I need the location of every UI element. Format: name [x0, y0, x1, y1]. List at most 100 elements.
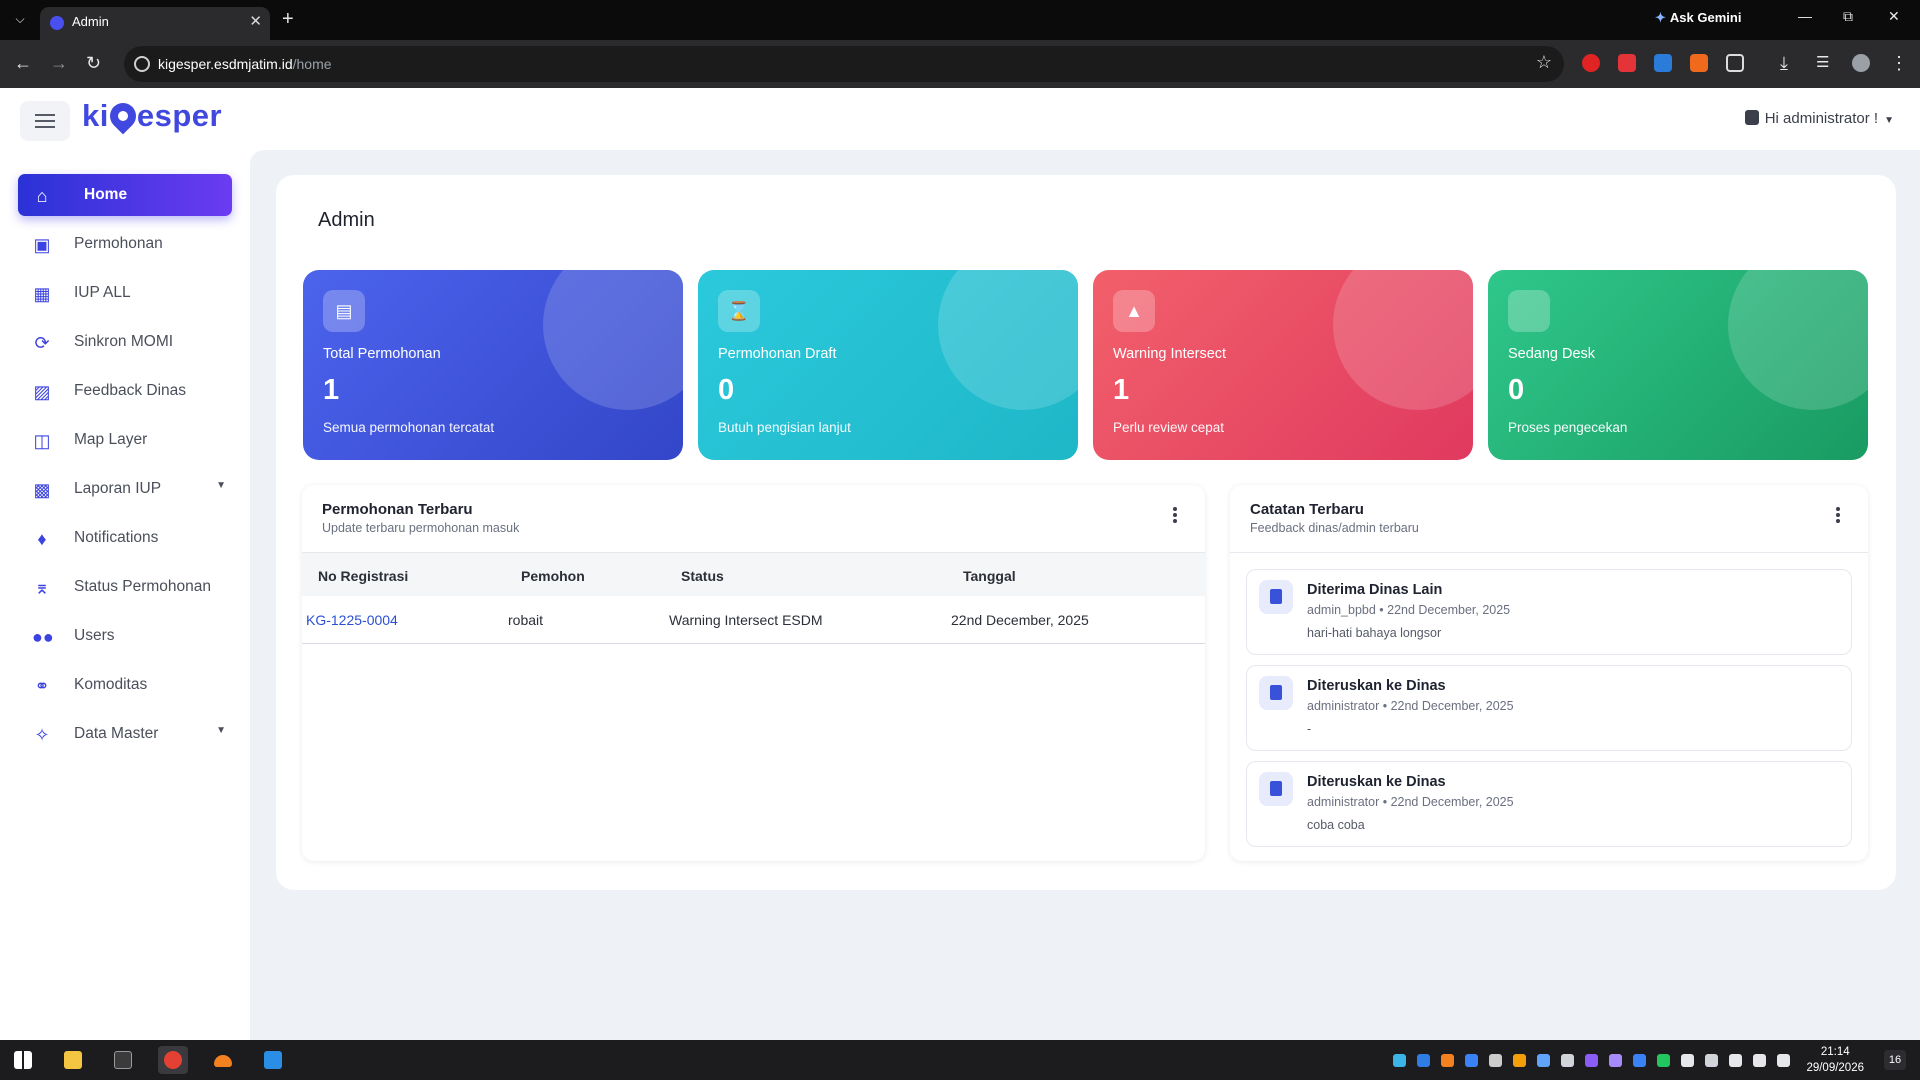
stat-card-warning-intersect[interactable]: ▲ Warning Intersect 1 Perlu review cepat	[1093, 270, 1473, 460]
sync-icon: ⟳	[34, 333, 50, 353]
bell-icon: ♦	[37, 529, 47, 549]
network-icon[interactable]	[1729, 1054, 1742, 1067]
stat-card-sedang-desk[interactable]: Sedang Desk 0 Proses pengecekan	[1488, 270, 1868, 460]
vscode-icon[interactable]	[258, 1046, 288, 1074]
table-header: No Registrasi Pemohon Status Tanggal	[302, 552, 1205, 596]
clock-time: 21:14	[1820, 1046, 1850, 1058]
tray-chart-icon[interactable]	[1489, 1054, 1502, 1067]
tray-app-icon[interactable]	[1585, 1054, 1598, 1067]
stat-card-total-permohonan[interactable]: ▤ Total Permohonan 1 Semua permohonan te…	[303, 270, 683, 460]
browser-tab[interactable]: Admin ✕	[40, 7, 270, 40]
tab-close-icon[interactable]: ✕	[249, 13, 262, 31]
registration-link[interactable]: KG-1225-0004	[306, 612, 398, 628]
column-header[interactable]: Tanggal	[963, 568, 1016, 584]
tray-app-icon[interactable]	[1513, 1054, 1526, 1067]
minimize-icon[interactable]: —	[1798, 8, 1812, 24]
sidebar-item-komoditas[interactable]: ⚭ Komoditas	[18, 664, 232, 706]
hamburger-menu-icon[interactable]	[20, 101, 70, 141]
new-tab-icon[interactable]: +	[282, 8, 294, 30]
more-options-icon[interactable]	[1836, 507, 1840, 525]
tray-shield-icon[interactable]	[1537, 1054, 1550, 1067]
note-title: Diteruskan ke Dinas	[1307, 678, 1446, 694]
sidebar-item-users[interactable]: ●● Users	[18, 615, 232, 657]
tray-app-icon[interactable]	[1681, 1054, 1694, 1067]
tray-app-icon[interactable]	[1657, 1054, 1670, 1067]
media-control-icon[interactable]: ☰	[1816, 53, 1829, 73]
tray-app-icon[interactable]	[1393, 1054, 1406, 1067]
sidebar-item-permohonan[interactable]: ▣ Permohonan	[18, 223, 232, 265]
kigesper-logo[interactable]: ki esper	[82, 97, 222, 135]
sidebar-item-sinkron-momi[interactable]: ⟳ Sinkron MOMI	[18, 321, 232, 363]
extensions-puzzle-icon[interactable]	[1726, 54, 1744, 72]
address-bar[interactable]: kigesper.esdmjatim.id/home ☆	[124, 46, 1564, 82]
site-info-icon[interactable]	[134, 56, 150, 72]
bookmark-star-icon[interactable]: ☆	[1536, 52, 1552, 73]
volume-icon[interactable]	[1753, 1054, 1766, 1067]
note-item[interactable]: Diterima Dinas Lain admin_bpbd • 22nd De…	[1246, 569, 1852, 655]
stat-subtext: Perlu review cepat	[1113, 420, 1225, 435]
note-body: -	[1307, 722, 1312, 736]
more-options-icon[interactable]	[1173, 507, 1177, 525]
sidebar-item-laporan-iup[interactable]: ▩ Laporan IUP ▼	[18, 468, 232, 510]
column-header[interactable]: Status	[681, 568, 724, 584]
panel-subtitle: Update terbaru permohonan masuk	[322, 521, 520, 535]
ask-gemini-button[interactable]: ✦ Ask Gemini	[1655, 10, 1741, 26]
content-card: Admin ▤ Total Permohonan 1 Semua permoho…	[276, 175, 1896, 890]
battery-icon[interactable]	[1777, 1054, 1790, 1067]
tray-app-icon[interactable]	[1417, 1054, 1430, 1067]
user-menu[interactable]: Hi administrator ! ▼	[1744, 110, 1894, 127]
sidebar-item-data-master[interactable]: ✧ Data Master ▼	[18, 713, 232, 755]
chrome-icon[interactable]	[158, 1046, 188, 1074]
sidebar-item-label: Permohonan	[74, 235, 163, 252]
terminal-icon[interactable]	[108, 1046, 138, 1074]
back-icon[interactable]: ←	[14, 53, 32, 73]
cloud-app-icon[interactable]	[208, 1046, 238, 1074]
system-clock[interactable]: 21:14 29/09/2026	[1806, 1044, 1864, 1076]
sidebar-item-label: Users	[74, 627, 115, 644]
sidebar-item-iup-all[interactable]: ▦ IUP ALL	[18, 272, 232, 314]
sidebar-item-label: Komoditas	[74, 676, 148, 693]
dashboard-icon: ▩	[33, 480, 51, 500]
extension-red-icon[interactable]	[1582, 54, 1600, 72]
tray-device-icon[interactable]	[1705, 1054, 1718, 1067]
tray-headset-icon[interactable]	[1561, 1054, 1574, 1067]
note-title: Diteruskan ke Dinas	[1307, 774, 1446, 790]
sidebar-item-feedback-dinas[interactable]: ▨ Feedback Dinas	[18, 370, 232, 412]
decorative-circle	[543, 270, 683, 410]
sidebar-item-notifications[interactable]: ♦ Notifications	[18, 517, 232, 559]
reload-icon[interactable]: ↻	[86, 53, 101, 73]
panel-subtitle: Feedback dinas/admin terbaru	[1250, 521, 1419, 535]
column-header[interactable]: Pemohon	[521, 568, 585, 584]
extension-youtube-icon[interactable]	[1618, 54, 1636, 72]
forward-icon[interactable]: →	[50, 53, 68, 73]
stat-label: Permohonan Draft	[718, 346, 837, 362]
stat-value: 0	[1508, 374, 1525, 406]
tray-pen-icon[interactable]	[1609, 1054, 1622, 1067]
windows-start-icon[interactable]	[8, 1046, 38, 1074]
browser-toolbar: ← → ↻ kigesper.esdmjatim.id/home ☆ ⤓ ☰ ⋮	[0, 40, 1920, 88]
extension-s-icon[interactable]	[1654, 54, 1672, 72]
sidebar-item-home[interactable]: ⌂ Home	[18, 174, 232, 216]
users-icon: ●●	[32, 627, 54, 647]
download-icon[interactable]: ⤓	[1780, 53, 1788, 73]
tab-search-chevron-icon[interactable]: ⌵	[10, 9, 30, 29]
browser-menu-icon[interactable]: ⋮	[1890, 53, 1908, 73]
profile-icon[interactable]	[1852, 54, 1870, 72]
file-explorer-icon[interactable]	[58, 1046, 88, 1074]
bluetooth-icon[interactable]	[1633, 1054, 1646, 1067]
table-row[interactable]: KG-1225-0004 robait Warning Intersect ES…	[302, 596, 1205, 644]
sidebar-item-map-layer[interactable]: ◫ Map Layer	[18, 419, 232, 461]
restore-icon[interactable]: ⧉	[1843, 8, 1853, 25]
window-close-icon[interactable]: ✕	[1888, 8, 1900, 25]
stat-card-permohonan-draft[interactable]: ⌛ Permohonan Draft 0 Butuh pengisian lan…	[698, 270, 1078, 460]
extension-orange-icon[interactable]	[1690, 54, 1708, 72]
date-cell: 22nd December, 2025	[951, 612, 1089, 628]
notification-center-badge[interactable]: 16	[1884, 1050, 1906, 1070]
tray-app-icon[interactable]	[1465, 1054, 1478, 1067]
caret-down-icon: ▼	[216, 480, 226, 491]
sidebar-item-status-permohonan[interactable]: ⌆ Status Permohonan	[18, 566, 232, 608]
note-item[interactable]: Diteruskan ke Dinas administrator • 22nd…	[1246, 761, 1852, 847]
column-header[interactable]: No Registrasi	[318, 568, 408, 584]
tray-cloud-icon[interactable]	[1441, 1054, 1454, 1067]
note-item[interactable]: Diteruskan ke Dinas administrator • 22nd…	[1246, 665, 1852, 751]
